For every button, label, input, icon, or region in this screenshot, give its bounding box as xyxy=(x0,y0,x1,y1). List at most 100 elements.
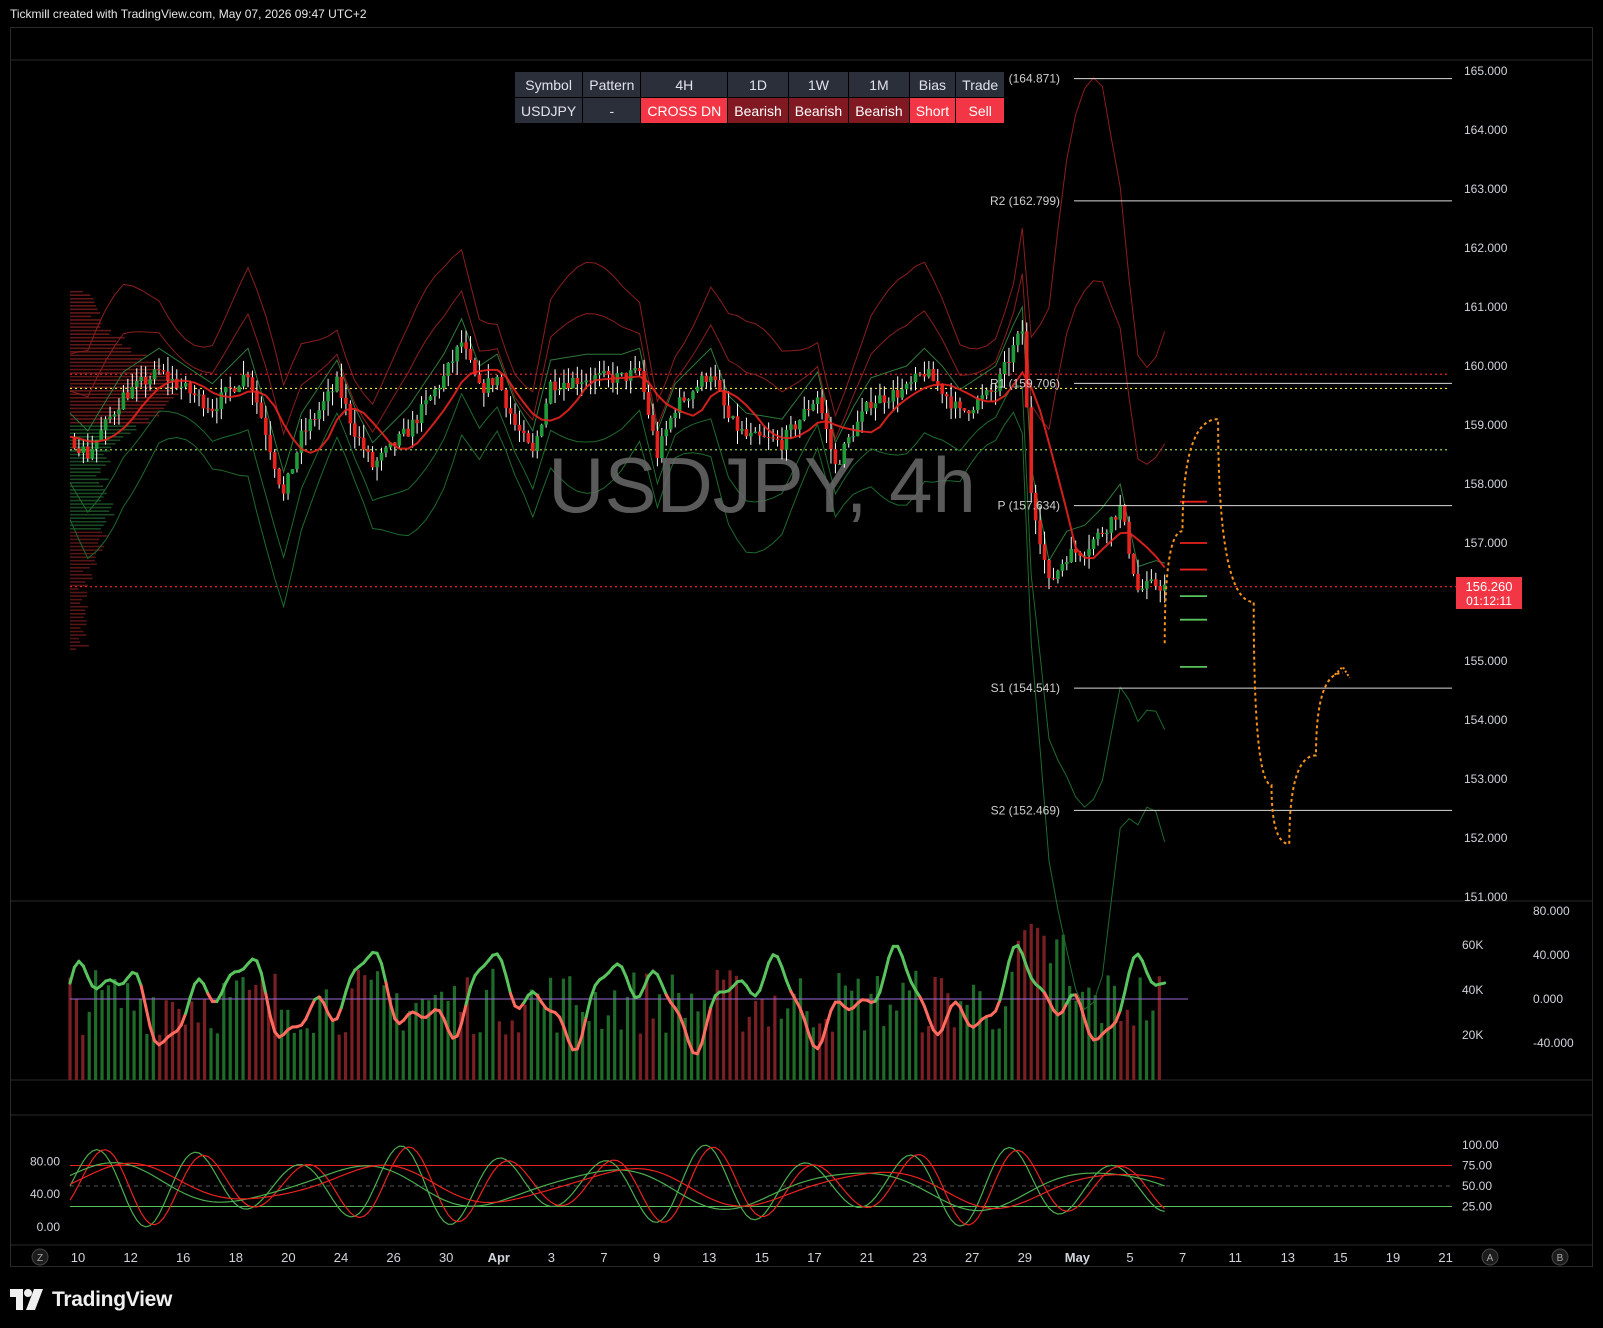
candle-down xyxy=(735,416,740,431)
candle-up xyxy=(628,370,633,381)
table-cell-bias: Short xyxy=(909,97,957,124)
volume-bar-down xyxy=(472,1034,476,1080)
volume-bar-down xyxy=(177,1008,181,1080)
stoch-left-tick: 40.00 xyxy=(30,1187,60,1201)
cmf-segment xyxy=(776,955,784,969)
candle-up xyxy=(584,380,588,383)
candle-up xyxy=(731,416,735,418)
cmf-segment xyxy=(922,1004,931,1021)
scale-button-a[interactable]: A xyxy=(1481,1248,1499,1266)
candle-down xyxy=(246,374,250,378)
chart-canvas[interactable]: USDJPY, 4h R3 (164.871)R2 (162.799)R1 (1… xyxy=(0,0,1603,1328)
cmf-segment xyxy=(1003,959,1011,984)
candle-down xyxy=(949,396,953,409)
volume-bar-down xyxy=(81,1034,85,1080)
volume-bar-down xyxy=(190,1001,194,1080)
candle-down xyxy=(1051,578,1056,580)
bollinger-bands xyxy=(69,77,1166,1010)
candle-up xyxy=(134,380,139,387)
candle-down xyxy=(210,408,215,412)
candle-down xyxy=(1154,579,1158,586)
candle-up xyxy=(664,429,669,437)
candle-down xyxy=(780,440,784,450)
cmf-segment xyxy=(887,944,895,960)
pivot-levels: R3 (164.871)R2 (162.799)R1 (159.706)P (1… xyxy=(990,72,1452,817)
volume-bar-down xyxy=(1132,1025,1136,1080)
cmf-segment xyxy=(709,994,717,1009)
candle-up xyxy=(397,433,402,446)
volume-bar-down xyxy=(1042,935,1046,1080)
volume-bar-up xyxy=(895,1010,899,1080)
candle-down xyxy=(833,449,838,465)
stoch-right-tick: 25.00 xyxy=(1462,1200,1492,1214)
candle-up xyxy=(308,419,313,432)
candle-down xyxy=(272,452,277,469)
volume-bar-up xyxy=(677,992,681,1080)
volume-bar-down xyxy=(952,1027,956,1080)
cmf-segment xyxy=(1158,981,1167,986)
volume-bar-down xyxy=(754,1001,758,1080)
cmf-segment xyxy=(882,956,891,978)
candle-down xyxy=(1158,585,1163,591)
cmf-segment xyxy=(638,985,646,998)
price-tick: 162.000 xyxy=(1464,241,1508,255)
candle-up xyxy=(557,388,562,391)
pivot-label: P (157.634) xyxy=(998,499,1061,513)
candle-down xyxy=(958,401,962,409)
candle-down xyxy=(931,369,936,382)
candle-down xyxy=(762,435,766,437)
volume-bar-up xyxy=(901,982,905,1080)
cmf-segment xyxy=(762,961,771,979)
volume-bar-up xyxy=(574,1005,578,1080)
price-tick: 163.000 xyxy=(1464,182,1508,196)
price-axis[interactable]: 165.000 164.000 163.000 162.000 161.000 160.0… xyxy=(1464,64,1508,904)
volume-bar-up xyxy=(792,993,796,1080)
scale-button-z[interactable]: Z xyxy=(31,1248,49,1266)
candle-up xyxy=(330,391,335,393)
time-tick: 12 xyxy=(123,1250,137,1265)
cmf-segment xyxy=(184,996,192,1015)
table-cell-4h: CROSS DN xyxy=(640,97,729,124)
cmf-segment xyxy=(655,973,664,986)
tradingview-logo-icon xyxy=(10,1289,43,1310)
volume-bar-up xyxy=(587,1021,591,1080)
candle-up xyxy=(971,409,976,414)
scale-button-b[interactable]: B xyxy=(1551,1248,1569,1266)
volume-bar-down xyxy=(350,988,354,1080)
svg-text:B: B xyxy=(1557,1253,1564,1264)
candle-down xyxy=(188,383,192,394)
volume-bar-down xyxy=(1125,1009,1129,1080)
candle-up xyxy=(335,376,339,392)
candle-up xyxy=(139,376,143,381)
volume-bar-up xyxy=(119,1007,123,1080)
volume-axis[interactable]: 60K 40K 20K 80.000 40.000 0.000 -40.000 xyxy=(1462,904,1574,1050)
volume-bar-up xyxy=(1138,977,1142,1080)
cmf-tick: 40.000 xyxy=(1533,948,1570,962)
last-price-value: 156.260 xyxy=(1466,579,1513,594)
pivot-label: S1 (154.541) xyxy=(991,681,1060,695)
volume-bar-down xyxy=(830,1031,835,1080)
candle-up xyxy=(152,369,157,380)
cmf-segment xyxy=(344,976,352,994)
volume-bar-up xyxy=(991,1029,995,1080)
volume-bar-up xyxy=(145,1034,149,1080)
candle-up xyxy=(686,399,691,401)
volume-bar-up xyxy=(299,1029,303,1080)
tradingview-logo[interactable]: TradingView xyxy=(10,1285,172,1315)
volume-bar-down xyxy=(170,1001,175,1080)
candle-up xyxy=(81,446,86,454)
candle-down xyxy=(477,374,482,383)
candle-up xyxy=(673,412,677,419)
candle-up xyxy=(450,361,455,363)
time-axis[interactable]: 10 12 16 18 20 24 26 30 Apr 3 7 9 13 15 17 21 23 27 29 May 5… xyxy=(71,1250,1453,1265)
volume-bar-down xyxy=(68,977,72,1080)
cmf-segment xyxy=(660,982,668,997)
candle-up xyxy=(864,402,869,412)
volume-bar-down xyxy=(363,975,367,1080)
candle-down xyxy=(967,410,971,414)
candle-up xyxy=(878,395,882,404)
candle-down xyxy=(793,424,798,430)
candle-up xyxy=(1020,331,1025,334)
volume-bar-down xyxy=(645,973,649,1080)
candle-down xyxy=(468,348,473,360)
